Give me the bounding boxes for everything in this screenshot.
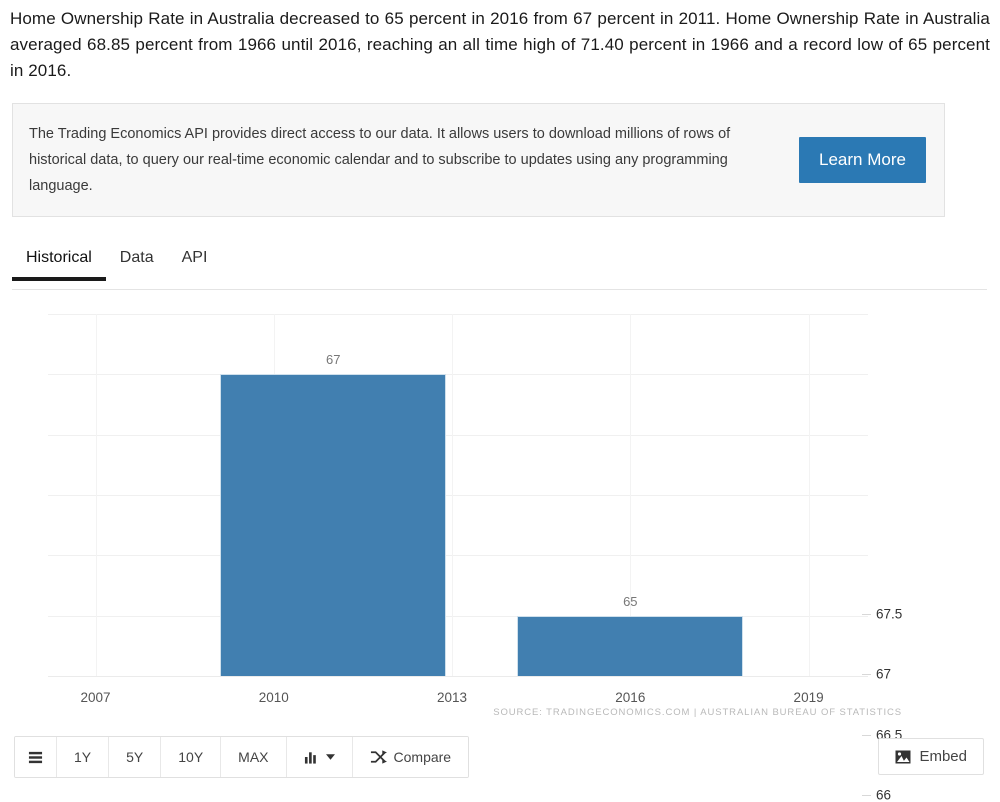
chart-x-tick-label: 2010 bbox=[258, 690, 289, 705]
compare-button[interactable]: Compare bbox=[352, 737, 469, 777]
chart-x-tick-label: 2019 bbox=[793, 690, 824, 705]
chevron-down-icon bbox=[325, 754, 335, 760]
chart-gridline-h bbox=[48, 314, 868, 315]
chart-type-dropdown[interactable] bbox=[286, 737, 353, 777]
chart-y-tick-label: 67 bbox=[876, 666, 892, 682]
chart-x-axis-line bbox=[48, 676, 868, 677]
api-promo-text: The Trading Economics API provides direc… bbox=[29, 126, 731, 194]
chart-bar[interactable] bbox=[517, 615, 744, 676]
chart-x-tick-label: 2016 bbox=[615, 690, 646, 705]
tab-api[interactable]: API bbox=[168, 245, 222, 280]
chart-y-tick-label: 67.5 bbox=[876, 606, 903, 622]
bar-chart-icon bbox=[304, 750, 319, 764]
chart-y-tick-mark bbox=[862, 674, 871, 676]
chart-bar-value-label: 65 bbox=[623, 593, 638, 609]
toolbar-list-button[interactable] bbox=[15, 737, 57, 777]
learn-more-button[interactable]: Learn More bbox=[799, 137, 926, 183]
chart-plot-area: 67 65 bbox=[48, 314, 868, 802]
range-button-5y[interactable]: 5Y bbox=[109, 737, 162, 777]
chart-gridline-v bbox=[95, 314, 97, 676]
chart-y-tick-mark bbox=[862, 614, 871, 615]
tab-data[interactable]: Data bbox=[106, 245, 168, 280]
range-button-10y[interactable]: 10Y bbox=[161, 737, 222, 777]
chart-x-tick-label: 2007 bbox=[80, 690, 111, 705]
historical-chart[interactable]: 6765 67.56766.56665.56564.5 200720102013… bbox=[0, 300, 1000, 802]
embed-button[interactable]: Embed bbox=[878, 738, 984, 775]
chart-gridline-h bbox=[48, 374, 868, 376]
chart-y-tick-mark bbox=[862, 795, 871, 796]
chart-y-tick-mark bbox=[862, 734, 871, 736]
image-icon bbox=[895, 750, 911, 764]
chart-y-tick-label: 66 bbox=[876, 787, 892, 802]
list-icon bbox=[28, 750, 43, 765]
chart-bar-value-label: 67 bbox=[325, 352, 341, 368]
chart-gridline-v bbox=[808, 314, 810, 676]
api-promo-banner: The Trading Economics API provides direc… bbox=[12, 103, 945, 217]
shuffle-icon bbox=[370, 750, 387, 764]
chart-gridline-h bbox=[48, 434, 868, 436]
range-button-1y[interactable]: 1Y bbox=[57, 737, 110, 777]
embed-label: Embed bbox=[919, 748, 967, 765]
chart-x-tick-label: 2013 bbox=[437, 690, 468, 705]
section-tabs: Historical Data API bbox=[12, 245, 987, 290]
chart-gridline-h bbox=[48, 615, 868, 617]
chart-bar[interactable] bbox=[220, 374, 447, 676]
page-intro-text: Home Ownership Rate in Australia decreas… bbox=[10, 9, 990, 80]
tab-historical[interactable]: Historical bbox=[12, 245, 106, 281]
chart-plot-inner: 67 65 bbox=[48, 314, 868, 677]
compare-label: Compare bbox=[393, 749, 452, 765]
home-ownership-rate-page: Home Ownership Rate in Australia decreas… bbox=[0, 0, 1000, 802]
chart-gridline-h bbox=[48, 495, 868, 496]
chart-toolbar: 1Y 5Y 10Y MAX Compare bbox=[14, 736, 470, 778]
chart-gridline-v bbox=[452, 314, 454, 676]
chart-source-note: SOURCE: TRADINGECONOMICS.COM | AUSTRALIA… bbox=[493, 707, 902, 718]
chart-gridline-h bbox=[48, 555, 868, 557]
range-button-max[interactable]: MAX bbox=[221, 737, 287, 777]
